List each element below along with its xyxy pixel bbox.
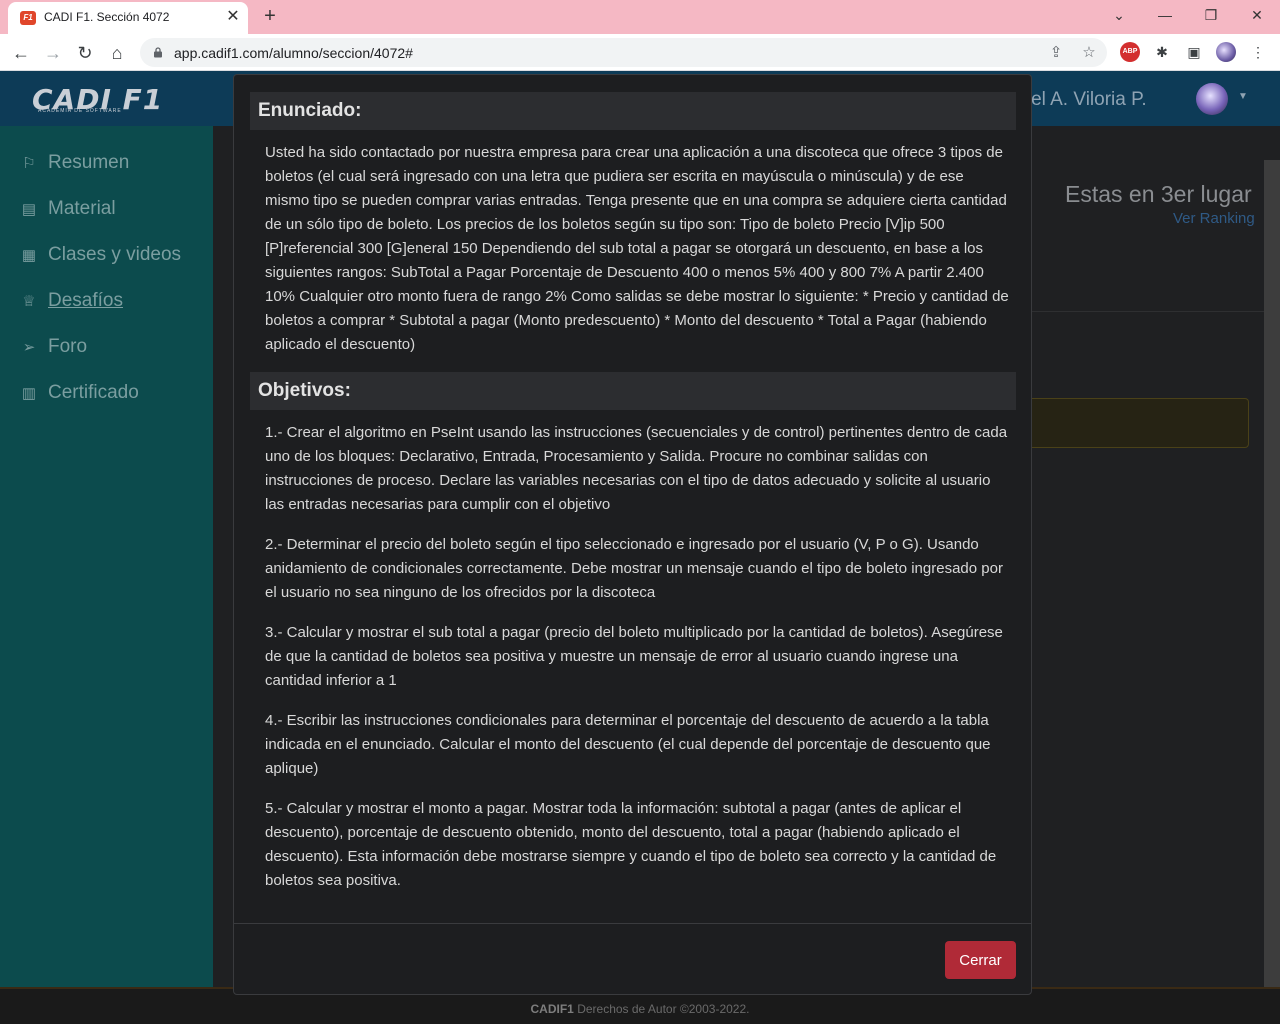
cadi-favicon-icon: F1 — [20, 11, 36, 25]
sidebar-item-resumen[interactable]: ⚐ Resumen — [20, 152, 129, 182]
tab-title: CADI F1. Sección 4072 — [44, 10, 170, 24]
trophy-icon: ♕ — [22, 293, 36, 310]
user-menu-caret-icon[interactable]: ▼ — [1238, 91, 1248, 102]
address-bar[interactable]: app.cadif1.com/alumno/seccion/4072# ⇪ ☆ — [140, 38, 1107, 67]
profile-avatar-icon[interactable] — [1216, 42, 1236, 62]
sidebar-item-certificado[interactable]: ▥ Certificado — [20, 382, 139, 412]
certificate-icon: ▥ — [21, 385, 37, 402]
forward-icon[interactable]: → — [40, 40, 66, 66]
back-icon[interactable]: ← — [8, 40, 34, 66]
sidebar-item-material[interactable]: ▤ Material — [20, 198, 116, 228]
bookmark-star-icon[interactable]: ☆ — [1078, 42, 1100, 64]
objective-item: 3.- Calcular y mostrar el sub total a pa… — [265, 624, 1003, 689]
browser-toolbar: ← → ↻ ⌂ app.cadif1.com/alumno/seccion/40… — [0, 34, 1280, 71]
sidebar-item-label: Foro — [48, 336, 88, 357]
send-icon: ➢ — [22, 339, 36, 356]
ranking-position: Estas en 3er lugar — [1065, 181, 1252, 207]
extensions-puzzle-icon[interactable]: ✱ — [1152, 42, 1172, 62]
content-divider — [1031, 311, 1264, 312]
statement-heading: Enunciado: — [250, 92, 1016, 130]
objectives-heading: Objetivos: — [250, 372, 1016, 410]
sidebar-item-label: Material — [48, 198, 116, 219]
sidebar-item-label: Desafíos — [48, 290, 123, 311]
sidebar-item-desafios[interactable]: ♕ Desafíos — [20, 290, 123, 320]
reload-icon[interactable]: ↻ — [72, 40, 98, 66]
flag-icon: ⚐ — [22, 155, 36, 172]
lock-icon — [154, 47, 162, 58]
sidebar-item-clases-y-videos[interactable]: ▦ Clases y videos — [20, 244, 181, 274]
new-tab-button[interactable]: + — [258, 5, 282, 29]
logo-subtitle: ACADEMIA DE SOFTWARE — [38, 108, 122, 114]
sidebar-item-label: Certificado — [48, 382, 139, 403]
sidebar-item-label: Clases y videos — [48, 244, 182, 265]
footer-brand: CADIF1 — [530, 1002, 574, 1016]
tab-search-icon[interactable]: ⌄ — [1104, 3, 1134, 27]
tab-close-icon[interactable]: ✕ — [224, 8, 242, 26]
side-panel-icon[interactable]: ▣ — [1184, 42, 1204, 62]
statement-text: Usted ha sido contactado por nuestra emp… — [265, 144, 1009, 353]
url-text[interactable]: app.cadif1.com/alumno/seccion/4072# — [174, 45, 413, 61]
objective-item: 1.- Crear el algoritmo en PseInt usando … — [265, 424, 1008, 513]
book-icon: ▤ — [21, 201, 37, 218]
browser-menu-icon[interactable]: ⋮ — [1248, 42, 1268, 62]
restore-button[interactable]: ❐ — [1196, 3, 1226, 27]
minimize-button[interactable]: — — [1150, 3, 1180, 27]
home-icon[interactable]: ⌂ — [104, 40, 130, 66]
ver-ranking-link[interactable]: Ver Ranking — [1173, 210, 1255, 227]
sidebar: ⚐ Resumen ▤ Material ▦ Clases y videos ♕ Des… — [0, 126, 213, 987]
browser-tab[interactable]: F1 CADI F1. Sección 4072 ✕ — [8, 2, 248, 34]
sidebar-item-label: Resumen — [48, 152, 130, 173]
challenge-modal: Enunciado: Usted ha sido contactado por … — [233, 74, 1032, 995]
modal-footer-divider — [234, 923, 1031, 924]
objective-item: 2.- Determinar el precio del boleto segú… — [265, 536, 1003, 601]
objective-item: 5.- Calcular y mostrar el monto a pagar.… — [265, 800, 997, 889]
footer-copyright: Derechos de Autor ©2003-2022. — [577, 1002, 750, 1016]
calendar-icon: ▦ — [21, 247, 37, 264]
browser-tabstrip: F1 CADI F1. Sección 4072 ✕ + ⌄ — ❐ ✕ — [0, 0, 1280, 34]
adblock-plus-icon[interactable]: ABP — [1120, 42, 1140, 62]
objective-item: 4.- Escribir las instrucciones condicion… — [265, 712, 991, 777]
sidebar-item-foro[interactable]: ➢ Foro — [20, 336, 87, 366]
user-avatar[interactable] — [1196, 83, 1228, 115]
share-icon[interactable]: ⇪ — [1045, 42, 1067, 64]
close-window-button[interactable]: ✕ — [1242, 3, 1272, 27]
page-scrollbar[interactable] — [1264, 160, 1280, 987]
footer-text: CADIF1 Derechos de Autor ©2003-2022. — [0, 1002, 1280, 1016]
close-button[interactable]: Cerrar — [945, 941, 1016, 979]
content-alert — [1031, 398, 1249, 448]
